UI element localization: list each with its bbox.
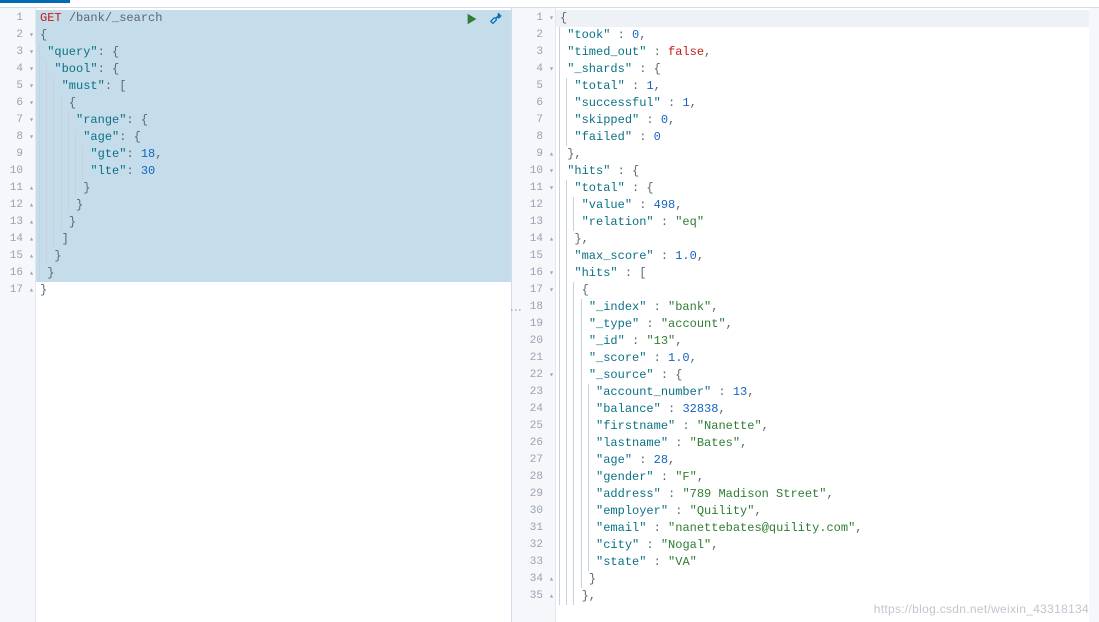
code-line[interactable]: "value" : 498, [556, 197, 1099, 214]
code-line[interactable]: } [36, 214, 511, 231]
code-line[interactable]: { [36, 95, 511, 112]
code-line[interactable]: "gender" : "F", [556, 469, 1099, 486]
code-line[interactable]: } [36, 265, 511, 282]
split-handle[interactable]: ⋮ [508, 304, 522, 318]
scrollbar[interactable] [1089, 8, 1099, 622]
code-line[interactable]: "city" : "Nogal", [556, 537, 1099, 554]
code-line[interactable]: "timed_out" : false, [556, 44, 1099, 61]
response-panel: 1▾234▾56789▴10▾11▾121314▴1516▾17▾1819202… [512, 8, 1099, 622]
code-line[interactable]: "bool": { [36, 61, 511, 78]
code-line[interactable]: } [556, 571, 1099, 588]
code-line[interactable]: "_score" : 1.0, [556, 350, 1099, 367]
response-code[interactable]: { "took" : 0, "timed_out" : false, "_sha… [556, 8, 1099, 622]
code-line[interactable]: "range": { [36, 112, 511, 129]
code-line[interactable]: "max_score" : 1.0, [556, 248, 1099, 265]
code-line[interactable]: }, [556, 231, 1099, 248]
code-line[interactable]: "lastname" : "Bates", [556, 435, 1099, 452]
request-actions [465, 12, 503, 26]
code-line[interactable]: "state" : "VA" [556, 554, 1099, 571]
run-icon[interactable] [465, 12, 479, 26]
code-line[interactable]: "balance" : 32838, [556, 401, 1099, 418]
code-line[interactable]: "_shards" : { [556, 61, 1099, 78]
wrench-icon[interactable] [489, 12, 503, 26]
code-line[interactable]: "query": { [36, 44, 511, 61]
code-line[interactable]: "account_number" : 13, [556, 384, 1099, 401]
code-line[interactable]: "total" : 1, [556, 78, 1099, 95]
code-line[interactable]: { [556, 282, 1099, 299]
code-line[interactable]: "firstname" : "Nanette", [556, 418, 1099, 435]
top-tab-bar [0, 0, 1099, 8]
code-line[interactable]: "lte": 30 [36, 163, 511, 180]
code-line[interactable]: "address" : "789 Madison Street", [556, 486, 1099, 503]
code-line[interactable]: } [36, 248, 511, 265]
code-line[interactable]: "gte": 18, [36, 146, 511, 163]
code-line[interactable]: "took" : 0, [556, 27, 1099, 44]
code-line[interactable]: { [36, 27, 511, 44]
code-line[interactable]: "must": [ [36, 78, 511, 95]
code-line[interactable]: } [36, 197, 511, 214]
code-line[interactable]: "skipped" : 0, [556, 112, 1099, 129]
code-line[interactable]: "failed" : 0 [556, 129, 1099, 146]
code-line[interactable]: GET /bank/_search [36, 10, 511, 27]
request-code[interactable]: GET /bank/_search{ "query": { "bool": { … [36, 8, 511, 622]
code-line[interactable]: "age" : 28, [556, 452, 1099, 469]
code-line[interactable]: "hits" : { [556, 163, 1099, 180]
request-gutter: 12▾3▾4▾5▾6▾7▾8▾91011▴12▴13▴14▴15▴16▴17▴ [0, 8, 36, 622]
request-panel: 12▾3▾4▾5▾6▾7▾8▾91011▴12▴13▴14▴15▴16▴17▴ … [0, 8, 512, 622]
code-line[interactable]: "total" : { [556, 180, 1099, 197]
code-line[interactable]: } [36, 180, 511, 197]
code-line[interactable]: "hits" : [ [556, 265, 1099, 282]
code-line[interactable]: "employer" : "Quility", [556, 503, 1099, 520]
code-line[interactable]: }, [556, 146, 1099, 163]
code-line[interactable]: } [36, 282, 511, 299]
code-line[interactable]: "relation" : "eq" [556, 214, 1099, 231]
code-line[interactable]: "_index" : "bank", [556, 299, 1099, 316]
code-line[interactable]: "_type" : "account", [556, 316, 1099, 333]
code-line[interactable]: "age": { [36, 129, 511, 146]
code-line[interactable]: "email" : "nanettebates@quility.com", [556, 520, 1099, 537]
editor-panels: 12▾3▾4▾5▾6▾7▾8▾91011▴12▴13▴14▴15▴16▴17▴ … [0, 8, 1099, 622]
code-line[interactable]: "_source" : { [556, 367, 1099, 384]
code-line[interactable]: ] [36, 231, 511, 248]
code-line[interactable]: "_id" : "13", [556, 333, 1099, 350]
code-line[interactable]: { [556, 10, 1099, 27]
code-line[interactable]: }, [556, 588, 1099, 605]
code-line[interactable]: "successful" : 1, [556, 95, 1099, 112]
